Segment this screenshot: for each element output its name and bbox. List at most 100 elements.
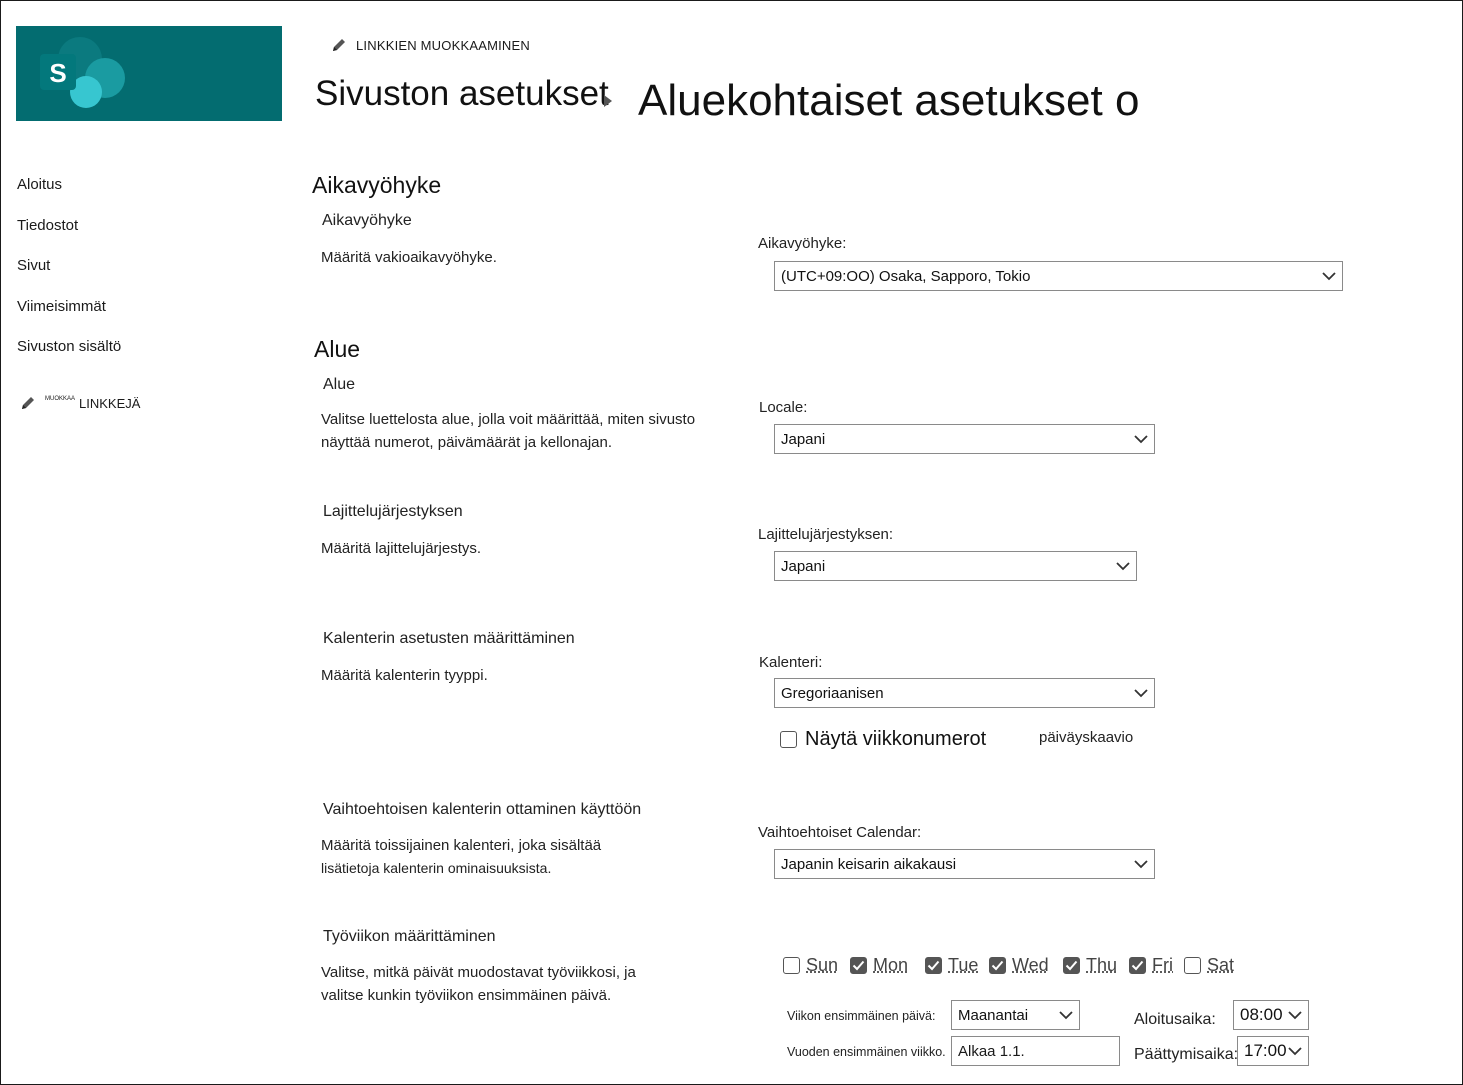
work-week-description-line1: Valitse, mitkä päivät muodostavat työvii… <box>321 964 636 981</box>
first-day-select[interactable]: Maanantai <box>951 1000 1080 1030</box>
week-numbers-option[interactable]: Näytä viikkonumerot <box>780 728 986 751</box>
checkmark-icon <box>991 960 1004 971</box>
day-sun-checkbox[interactable] <box>783 957 800 974</box>
day-wed-label: Wed <box>1012 955 1049 975</box>
nav-item-files[interactable]: Tiedostot <box>17 217 78 234</box>
sort-order-select[interactable]: Japani <box>774 551 1137 581</box>
end-time-select[interactable]: 17:00 <box>1237 1036 1309 1066</box>
alt-calendar-description-line2: lisätietoja kalenterin ominaisuuksista. <box>321 860 552 876</box>
start-time-select[interactable]: 08:00 <box>1233 1000 1309 1030</box>
chevron-down-icon <box>1288 1047 1302 1056</box>
chevron-down-icon <box>1059 1011 1073 1020</box>
locale-select-value: Japani <box>781 430 826 448</box>
first-day-select-value: Maanantai <box>958 1006 1029 1024</box>
day-sat[interactable]: Sat <box>1184 955 1234 976</box>
site-logo[interactable]: S <box>16 26 282 121</box>
nav-edit-label: LINKKEJÄ <box>79 395 141 411</box>
section-heading-region: Alue <box>314 336 361 362</box>
group-title-alt-calendar: Vaihtoehtoisen kalenterin ottaminen käyt… <box>323 801 642 818</box>
checkmark-icon <box>927 960 940 971</box>
day-fri-checkbox[interactable] <box>1129 957 1146 974</box>
nav-item-pages[interactable]: Sivut <box>17 257 50 274</box>
group-title-sort-order: Lajittelujärjestyksen <box>323 503 463 520</box>
week-numbers-label: Näytä viikkonumerot <box>805 728 987 750</box>
start-time-value: 08:00 <box>1240 1005 1283 1024</box>
locale-description-line1: Valitse luettelosta alue, jolla voit mää… <box>321 411 696 428</box>
day-sat-checkbox[interactable] <box>1184 957 1201 974</box>
day-mon-label: Mon <box>873 955 909 975</box>
locale-field-label: Locale: <box>759 399 808 416</box>
group-title-work-week: Työviikon määrittäminen <box>323 928 496 945</box>
chevron-down-icon <box>1134 860 1148 869</box>
chevron-down-icon <box>1116 562 1130 571</box>
svg-text:S: S <box>49 58 66 88</box>
pencil-icon <box>22 397 34 409</box>
end-time-label: Päättymisaika: <box>1134 1046 1239 1063</box>
alt-calendar-select[interactable]: Japanin keisarin aikakausi <box>774 849 1155 879</box>
alt-calendar-description-line1: Määritä toissijainen kalenteri, joka sis… <box>321 837 602 854</box>
nav-item-home[interactable]: Aloitus <box>17 176 62 193</box>
end-time-value: 17:00 <box>1244 1041 1287 1060</box>
first-week-value: Alkaa 1.1. <box>958 1042 1025 1060</box>
timezone-field-label: Aikavyöhyke: <box>758 235 847 252</box>
nav-item-recent[interactable]: Viimeisimmät <box>17 298 106 315</box>
sharepoint-icon: S <box>40 37 125 108</box>
sort-order-description: Määritä lajittelujärjestys. <box>321 540 482 557</box>
day-sun-label: Sun <box>806 955 839 975</box>
day-sun[interactable]: Sun <box>783 955 838 976</box>
alt-calendar-select-value: Japanin keisarin aikakausi <box>781 855 957 873</box>
day-thu[interactable]: Thu <box>1063 955 1117 976</box>
day-fri-label: Fri <box>1152 955 1173 975</box>
sort-order-field-label: Lajittelujärjestyksen: <box>758 526 894 543</box>
calendar-description: Määritä kalenterin tyyppi. <box>321 667 488 684</box>
nav-edit-small-label: MUOKKAA <box>45 395 76 402</box>
checkmark-icon <box>852 960 865 971</box>
page-frame <box>0 0 1463 1085</box>
checkmark-icon <box>1131 960 1144 971</box>
section-heading-timezone: Aikavyöhyke <box>312 172 442 198</box>
first-week-label: Vuoden ensimmäinen viikko. <box>787 1045 946 1059</box>
edit-links-label: LINKKIEN MUOKKAAMINEN <box>356 37 530 53</box>
day-tue-checkbox[interactable] <box>925 957 942 974</box>
timezone-select[interactable]: (UTC+09:OO) Osaka, Sapporo, Tokio <box>774 261 1343 291</box>
day-tue-label: Tue <box>948 955 979 975</box>
day-thu-label: Thu <box>1086 955 1118 975</box>
locale-select[interactable]: Japani <box>774 424 1155 454</box>
week-numbers-suffix: päiväyskaavio <box>1039 729 1134 746</box>
start-time-label: Aloitusaika: <box>1134 1011 1216 1028</box>
alt-calendar-field-label: Vaihtoehtoiset Calendar: <box>758 824 922 841</box>
page-title: Aluekohtaiset asetukset o <box>638 76 1140 125</box>
nav-item-site-contents[interactable]: Sivuston sisältö <box>17 338 121 355</box>
nav-edit-links[interactable]: MUOKKAA LINKKEJÄ <box>19 394 140 412</box>
day-sat-label: Sat <box>1207 955 1235 975</box>
group-title-calendar: Kalenterin asetusten määrittäminen <box>323 630 575 647</box>
chevron-down-icon <box>1322 272 1336 281</box>
day-fri[interactable]: Fri <box>1129 955 1173 976</box>
group-title-timezone: Aikavyöhyke <box>322 212 412 229</box>
locale-description-line2: näyttää numerot, päivämäärät ja kellonaj… <box>321 434 613 451</box>
chevron-down-icon <box>1288 1011 1302 1020</box>
work-week-description-line2: valitse kunkin työviikon ensimmäinen päi… <box>321 987 612 1004</box>
day-mon-checkbox[interactable] <box>850 957 867 974</box>
breadcrumb-arrow-icon <box>604 95 612 107</box>
week-numbers-checkbox[interactable] <box>780 731 797 748</box>
checkmark-icon <box>1065 960 1078 971</box>
day-thu-checkbox[interactable] <box>1063 957 1080 974</box>
day-tue[interactable]: Tue <box>925 955 978 976</box>
chevron-down-icon <box>1134 689 1148 698</box>
calendar-select[interactable]: Gregoriaanisen <box>774 678 1155 708</box>
calendar-select-value: Gregoriaanisen <box>781 684 884 702</box>
edit-links-header[interactable]: LINKKIEN MUOKKAAMINEN <box>330 36 530 54</box>
first-week-field[interactable]: Alkaa 1.1. <box>951 1036 1120 1066</box>
day-wed[interactable]: Wed <box>989 955 1049 976</box>
timezone-description: Määritä vakioaikavyöhyke. <box>321 249 497 266</box>
chevron-down-icon <box>1134 435 1148 444</box>
calendar-field-label: Kalenteri: <box>759 654 823 671</box>
timezone-select-value: (UTC+09:OO) Osaka, Sapporo, Tokio <box>781 267 1031 285</box>
sort-order-select-value: Japani <box>781 557 826 575</box>
day-mon[interactable]: Mon <box>850 955 908 976</box>
pencil-icon <box>333 39 345 51</box>
breadcrumb-site-settings[interactable]: Sivuston asetukset <box>315 74 609 114</box>
first-day-label: Viikon ensimmäinen päivä: <box>787 1009 936 1023</box>
day-wed-checkbox[interactable] <box>989 957 1006 974</box>
